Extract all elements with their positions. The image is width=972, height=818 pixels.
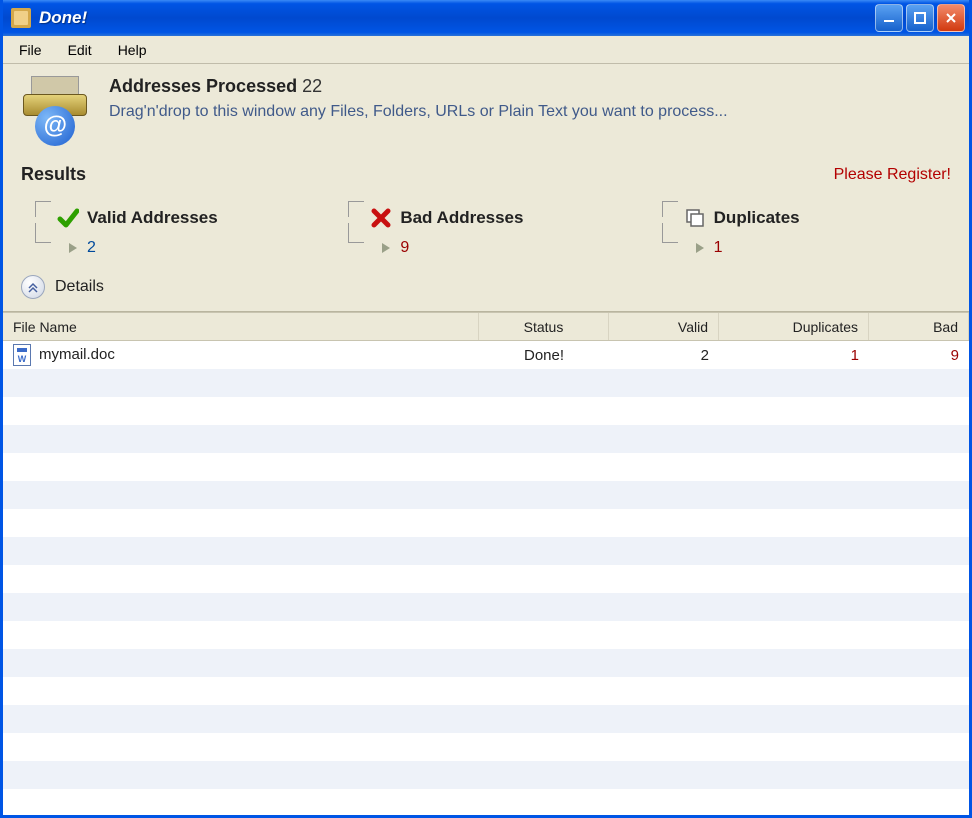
triangle-icon bbox=[69, 243, 77, 253]
cell-filename: mymail.doc bbox=[3, 344, 479, 366]
triangle-icon bbox=[696, 243, 704, 253]
stat-valid-value: 2 bbox=[87, 239, 96, 257]
stat-bad-value-row[interactable]: 9 bbox=[382, 239, 633, 257]
close-button[interactable] bbox=[937, 4, 965, 32]
table-body: mymail.doc Done! 2 1 9 bbox=[3, 341, 969, 815]
th-duplicates[interactable]: Duplicates bbox=[719, 313, 869, 340]
register-link[interactable]: Please Register! bbox=[834, 166, 951, 184]
cell-valid: 2 bbox=[609, 347, 719, 364]
header-title-bold: Addresses Processed bbox=[109, 76, 297, 96]
stat-dup-label: Duplicates bbox=[714, 208, 800, 228]
cell-bad: 9 bbox=[869, 347, 969, 364]
window-controls bbox=[875, 4, 965, 32]
x-icon bbox=[370, 207, 392, 229]
maximize-button[interactable] bbox=[906, 4, 934, 32]
check-icon bbox=[57, 207, 79, 229]
header-panel: @ Addresses Processed 22 Drag'n'drop to … bbox=[3, 64, 969, 160]
details-label: Details bbox=[55, 278, 104, 296]
results-bar: Results Please Register! bbox=[3, 160, 969, 193]
stat-valid: Valid Addresses 2 bbox=[21, 199, 324, 261]
results-label: Results bbox=[21, 164, 86, 185]
details-toggle[interactable]: Details bbox=[3, 265, 969, 311]
window-title: Done! bbox=[39, 8, 875, 28]
stat-valid-label: Valid Addresses bbox=[87, 208, 218, 228]
th-filename[interactable]: File Name bbox=[3, 313, 479, 340]
menu-file[interactable]: File bbox=[7, 39, 54, 61]
cell-status: Done! bbox=[479, 347, 609, 364]
th-bad[interactable]: Bad bbox=[869, 313, 969, 340]
minimize-button[interactable] bbox=[875, 4, 903, 32]
doc-file-icon bbox=[13, 344, 31, 366]
application-window: Done! File Edit Help @ Addresses Process… bbox=[0, 0, 972, 818]
stats-row: Valid Addresses 2 Bad Addresses 9 bbox=[3, 193, 969, 265]
collapse-icon bbox=[21, 275, 45, 299]
app-icon bbox=[11, 8, 31, 28]
titlebar[interactable]: Done! bbox=[3, 0, 969, 36]
copy-icon bbox=[684, 207, 706, 229]
stat-bad-label: Bad Addresses bbox=[400, 208, 523, 228]
menu-help[interactable]: Help bbox=[106, 39, 159, 61]
header-hint: Drag'n'drop to this window any Files, Fo… bbox=[109, 101, 728, 123]
stat-bad: Bad Addresses 9 bbox=[334, 199, 637, 261]
menu-edit[interactable]: Edit bbox=[56, 39, 104, 61]
stat-bad-value: 9 bbox=[400, 239, 409, 257]
stat-dup-value-row[interactable]: 1 bbox=[696, 239, 947, 257]
header-count: 22 bbox=[302, 76, 322, 96]
table-row[interactable]: mymail.doc Done! 2 1 9 bbox=[3, 341, 969, 369]
th-valid[interactable]: Valid bbox=[609, 313, 719, 340]
table-header: File Name Status Valid Duplicates Bad bbox=[3, 313, 969, 341]
th-status[interactable]: Status bbox=[479, 313, 609, 340]
row-stripes bbox=[3, 341, 969, 815]
stat-valid-value-row[interactable]: 2 bbox=[69, 239, 320, 257]
header-title: Addresses Processed 22 bbox=[109, 76, 728, 97]
stat-dup-value: 1 bbox=[714, 239, 723, 257]
filename-text: mymail.doc bbox=[39, 346, 115, 363]
mail-extractor-icon: @ bbox=[21, 76, 91, 146]
menubar: File Edit Help bbox=[3, 36, 969, 64]
header-text: Addresses Processed 22 Drag'n'drop to th… bbox=[109, 76, 728, 123]
cell-duplicates: 1 bbox=[719, 347, 869, 364]
stat-duplicates: Duplicates 1 bbox=[648, 199, 951, 261]
triangle-icon bbox=[382, 243, 390, 253]
results-table: File Name Status Valid Duplicates Bad my… bbox=[3, 312, 969, 815]
